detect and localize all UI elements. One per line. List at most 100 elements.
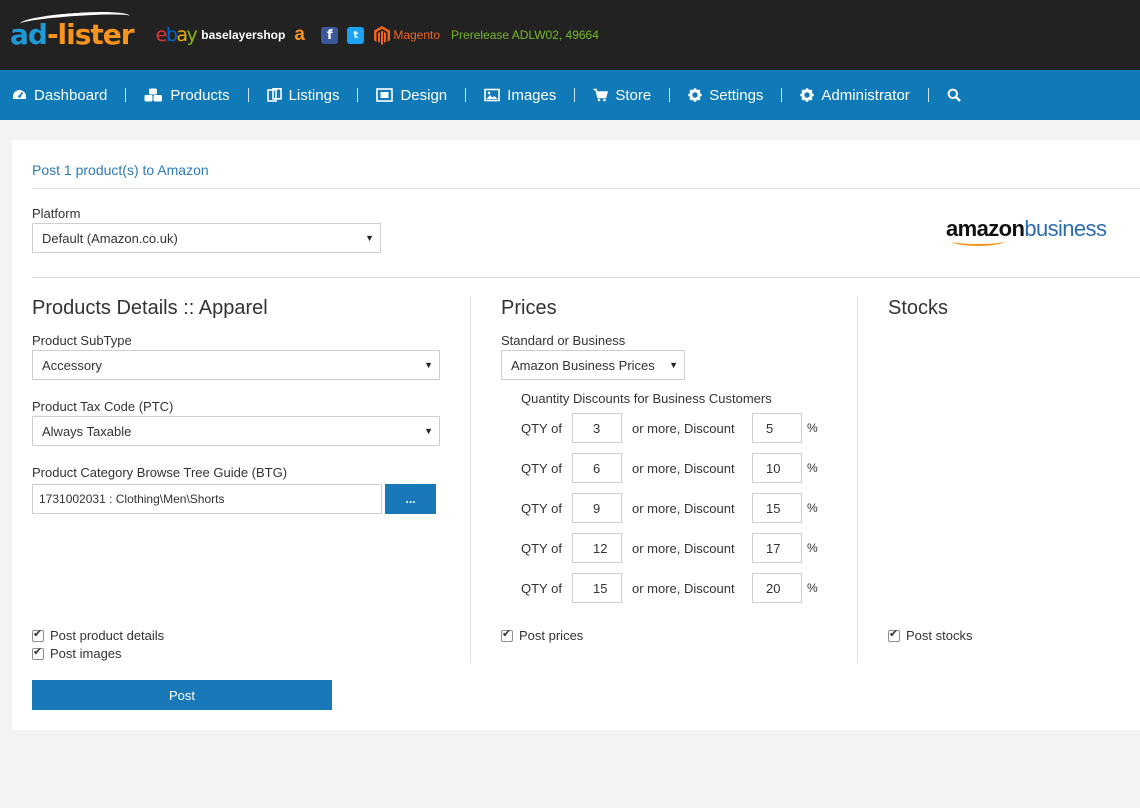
post-prices-checkbox[interactable]: Post prices <box>501 627 583 643</box>
nav-listings-label: Listings <box>288 86 340 104</box>
discount-input[interactable]: 5 <box>752 413 802 443</box>
btg-input-value: 1731002031 : Clothing\Men\Shorts <box>39 492 225 506</box>
main-nav: Dashboard Products Listings Design Image… <box>0 70 1140 120</box>
stocks-section-title: Stocks <box>888 297 949 319</box>
discount-row: QTY of 3 or more, Discount 5 % <box>521 413 818 443</box>
percent-sign: % <box>807 581 818 595</box>
divider <box>32 277 1140 278</box>
amazon-icon[interactable]: a <box>294 25 312 45</box>
magento-label[interactable]: Magento <box>393 28 440 42</box>
btg-browse-button[interactable]: ... <box>385 484 436 514</box>
nav-listings[interactable]: Listings <box>266 86 340 104</box>
post-details-checkbox[interactable]: Post product details <box>32 627 165 643</box>
facebook-icon[interactable]: f <box>321 26 339 44</box>
checkbox-checked-icon[interactable] <box>501 627 513 642</box>
image-icon <box>484 88 500 102</box>
nav-dashboard[interactable]: Dashboard <box>12 87 107 104</box>
btg-label: Product Category Browse Tree Guide (BTG) <box>32 465 288 480</box>
page-title: Post 1 product(s) to Amazon <box>32 162 209 178</box>
platform-label: Platform <box>32 206 81 221</box>
search-icon[interactable] <box>947 88 961 102</box>
nav-images[interactable]: Images <box>484 87 556 104</box>
nav-products[interactable]: Products <box>144 86 230 104</box>
cubes-icon <box>144 88 163 102</box>
std-business-select[interactable]: Amazon Business Prices ▼ <box>501 350 685 380</box>
gear-icon <box>800 88 815 102</box>
nav-store[interactable]: Store <box>593 87 651 104</box>
checkbox-checked-icon[interactable] <box>888 627 900 642</box>
subtype-label: Product SubType <box>32 333 132 348</box>
ptc-select[interactable]: Always Taxable ▼ <box>32 416 440 446</box>
subtype-select[interactable]: Accessory ▼ <box>32 350 440 380</box>
ptc-select-value: Always Taxable <box>42 423 132 439</box>
checkbox-checked-icon[interactable] <box>32 645 44 660</box>
nav-dashboard-label: Dashboard <box>34 86 108 104</box>
discount-label: or more, Discount <box>632 540 735 556</box>
prerelease-text: Prerelease ADLW02, 49664 <box>451 28 599 42</box>
cart-icon <box>593 88 609 102</box>
discount-row: QTY of 15 or more, Discount 20 % <box>521 573 818 603</box>
post-details-label: Post product details <box>50 628 165 643</box>
qty-label: QTY of <box>521 420 562 436</box>
btg-input[interactable]: 1731002031 : Clothing\Men\Shorts <box>32 484 382 514</box>
nav-separator <box>781 88 783 102</box>
caret-down-icon: ▼ <box>424 360 433 370</box>
shop-name[interactable]: baselayershop <box>201 28 285 42</box>
nav-search[interactable] <box>947 88 961 102</box>
std-business-select-value: Amazon Business Prices <box>511 357 655 373</box>
discount-label: or more, Discount <box>632 500 735 516</box>
ebay-letter-a: a <box>176 24 188 46</box>
ptc-label: Product Tax Code (PTC) <box>32 399 174 414</box>
nav-administrator[interactable]: Administrator <box>800 86 910 104</box>
divider <box>32 188 1140 189</box>
qty-input[interactable]: 9 <box>572 493 622 523</box>
post-stocks-checkbox[interactable]: Post stocks <box>888 627 973 643</box>
nav-design[interactable]: Design <box>376 87 447 104</box>
details-section-title: Products Details :: Apparel <box>32 297 268 319</box>
discount-row: QTY of 6 or more, Discount 10 % <box>521 453 818 483</box>
nav-separator <box>669 88 671 102</box>
qty-input[interactable]: 12 <box>572 533 622 563</box>
discount-input[interactable]: 10 <box>752 453 802 483</box>
platform-select[interactable]: Default (Amazon.co.uk) ▼ <box>32 223 381 253</box>
qty-label: QTY of <box>521 460 562 476</box>
dashboard-icon <box>13 90 26 99</box>
post-panel: Post 1 product(s) to Amazon Platform Def… <box>12 140 1140 730</box>
twitter-icon[interactable]: t <box>347 26 365 44</box>
quantity-discounts-title: Quantity Discounts for Business Customer… <box>521 391 772 406</box>
nav-administrator-label: Administrator <box>821 86 910 104</box>
discount-label: or more, Discount <box>632 580 735 596</box>
nav-separator <box>247 88 249 102</box>
qty-input[interactable]: 3 <box>572 413 622 443</box>
amazon-business-logo: amazonbusiness <box>946 216 1107 246</box>
percent-sign: % <box>807 541 818 555</box>
discount-row: QTY of 9 or more, Discount 15 % <box>521 493 818 523</box>
discount-input[interactable]: 17 <box>752 533 802 563</box>
nav-separator <box>357 88 359 102</box>
post-images-checkbox[interactable]: Post images <box>32 645 122 661</box>
discount-input[interactable]: 15 <box>752 493 802 523</box>
nav-products-label: Products <box>170 86 230 104</box>
std-business-label: Standard or Business <box>501 333 626 348</box>
post-stocks-label: Post stocks <box>906 628 973 643</box>
discount-label: or more, Discount <box>632 420 735 436</box>
magento-icon[interactable] <box>374 25 391 45</box>
adlister-logo[interactable]: ad-lister <box>10 9 135 49</box>
business-logo-text: business <box>1024 216 1107 241</box>
platform-select-value: Default (Amazon.co.uk) <box>42 230 178 246</box>
qty-label: QTY of <box>521 540 562 556</box>
percent-sign: % <box>807 461 818 475</box>
qty-input[interactable]: 15 <box>572 573 622 603</box>
discount-row: QTY of 12 or more, Discount 17 % <box>521 533 818 563</box>
ebay-logo[interactable]: ebay <box>156 24 198 46</box>
qty-label: QTY of <box>521 580 562 596</box>
amazon-smile-icon <box>952 237 1004 246</box>
checkbox-checked-icon[interactable] <box>32 627 44 642</box>
nav-settings[interactable]: Settings <box>688 87 763 104</box>
nav-separator <box>574 88 576 102</box>
qty-input[interactable]: 6 <box>572 453 622 483</box>
caret-down-icon: ▼ <box>669 360 678 370</box>
post-button[interactable]: Post <box>32 680 332 710</box>
column-divider <box>470 296 471 662</box>
discount-input[interactable]: 20 <box>752 573 802 603</box>
